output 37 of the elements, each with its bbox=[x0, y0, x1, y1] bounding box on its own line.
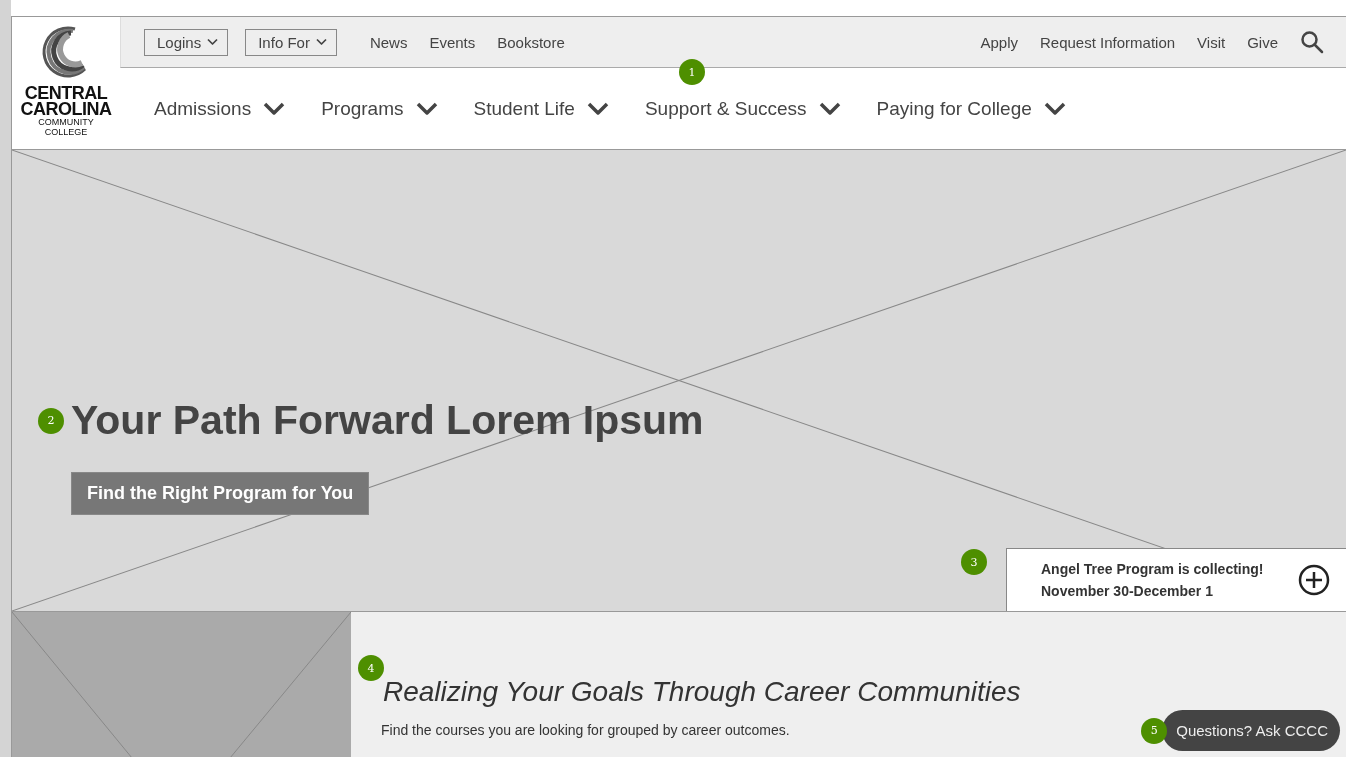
nav-menu-item[interactable]: Paying for College bbox=[876, 97, 1066, 120]
dropdown-button[interactable]: Info For bbox=[245, 28, 337, 56]
alert-text: November 30-December 1 bbox=[1041, 582, 1214, 601]
annotation-badge: 4 bbox=[358, 655, 384, 681]
plus-icon[interactable] bbox=[1298, 564, 1330, 596]
logo-text: CENTRAL bbox=[24, 85, 108, 101]
section-text: Find the courses you are looking for grouped by career outcomes. bbox=[381, 722, 790, 738]
search-icon[interactable] bbox=[1300, 30, 1324, 54]
annotation-badge: 3 bbox=[961, 549, 987, 575]
nav-menu-item[interactable]: Admissions bbox=[154, 97, 286, 120]
nav-link[interactable]: Request Information bbox=[1040, 33, 1176, 51]
chevron-down-icon bbox=[1043, 101, 1066, 116]
nav-link[interactable]: Visit bbox=[1197, 33, 1226, 51]
section-title: Realizing Your Goals Through Career Communities bbox=[383, 676, 1022, 708]
nav-link[interactable]: Events bbox=[429, 33, 476, 51]
annotation-badge: 2 bbox=[38, 407, 64, 434]
nav-link[interactable]: News bbox=[369, 33, 408, 51]
nav-link[interactable]: Apply bbox=[980, 33, 1018, 51]
logo-text: COMMUNITY bbox=[38, 117, 94, 127]
chevron-down-icon bbox=[207, 38, 219, 46]
chevron-down-icon bbox=[586, 101, 609, 116]
chevron-down-icon bbox=[263, 101, 286, 116]
chevron-down-icon bbox=[315, 38, 327, 46]
nav-menu-item[interactable]: Support & Success bbox=[644, 97, 841, 120]
chevron-down-icon bbox=[415, 101, 438, 116]
nav-menu-item[interactable]: Programs bbox=[321, 97, 438, 120]
logo-text: COLLEGE bbox=[44, 127, 88, 137]
chat-button[interactable]: Questions? Ask CCCC bbox=[1162, 710, 1340, 751]
hero-title: Your Path Forward Lorem Ipsum bbox=[71, 397, 704, 444]
nav-link[interactable]: Give bbox=[1247, 33, 1278, 51]
nav-menu-item[interactable]: Student Life bbox=[473, 97, 609, 120]
chevron-down-icon bbox=[818, 101, 841, 116]
cta-button[interactable]: Find the Right Program for You bbox=[71, 472, 370, 515]
logo-text: CAROLINA bbox=[20, 101, 112, 117]
alert-text: Angel Tree Program is collecting! bbox=[1041, 560, 1265, 579]
dropdown-button[interactable]: Logins bbox=[144, 28, 229, 56]
nav-link[interactable]: Bookstore bbox=[497, 33, 565, 51]
